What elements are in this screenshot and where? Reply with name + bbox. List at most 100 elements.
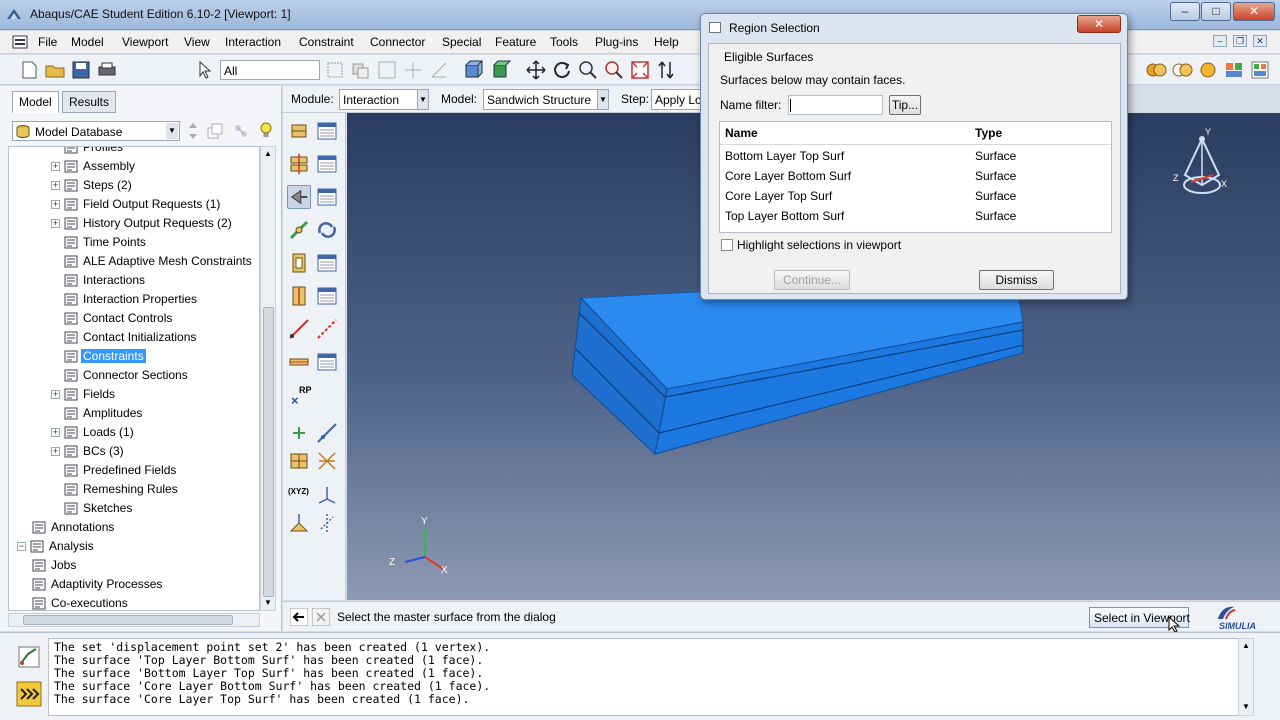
tree-item[interactable]: Interaction Properties	[9, 291, 259, 309]
close-button[interactable]: ✕	[1233, 2, 1275, 21]
tree-collapse-icon[interactable]	[206, 122, 224, 140]
menu-connector[interactable]: Connector	[370, 35, 425, 49]
view-cube-triad[interactable]: Y X Z	[1169, 127, 1235, 205]
menu-view[interactable]: View	[184, 35, 210, 49]
model-database-select[interactable]: Model Database ▼	[12, 121, 180, 141]
pan-icon[interactable]	[525, 59, 547, 81]
interaction-property-manager-icon[interactable]	[315, 152, 339, 176]
menu-help[interactable]: Help	[654, 35, 679, 49]
tree-item[interactable]: Remeshing Rules	[9, 481, 259, 499]
create-spring-icon[interactable]	[287, 317, 311, 341]
mdi-minimize-icon[interactable]: –	[1213, 35, 1227, 47]
tree-item[interactable]: Adaptivity Processes	[9, 576, 259, 594]
back-arrow-icon[interactable]	[290, 608, 308, 626]
mdi-restore-icon[interactable]: ❐	[1233, 35, 1247, 47]
tab-results[interactable]: Results	[62, 91, 117, 113]
tree-item[interactable]: + BCs (3)	[9, 443, 259, 461]
tree-item[interactable]: Annotations	[9, 519, 259, 537]
tree-item[interactable]: Constraints	[9, 348, 259, 366]
step-select[interactable]: Apply Lo	[651, 89, 703, 110]
tab-model[interactable]: Model	[12, 91, 59, 113]
table-row[interactable]: Core Layer Bottom Surf Surface	[720, 166, 1111, 186]
menu-special[interactable]: Special	[442, 35, 481, 49]
mesh-cube-icon[interactable]	[462, 59, 484, 81]
tree-item[interactable]: Interactions	[9, 272, 259, 290]
menu-plugins[interactable]: Plug-ins	[595, 35, 638, 49]
xyz-label[interactable]: (XYZ)	[288, 487, 309, 496]
query-axis-icon[interactable]	[315, 511, 339, 535]
interaction-manager-icon[interactable]	[315, 119, 339, 143]
expand-icon[interactable]: +	[51, 447, 60, 456]
tree-item[interactable]: Contact Initializations	[9, 329, 259, 347]
tree-item[interactable]: Contact Controls	[9, 310, 259, 328]
open-folder-icon[interactable]	[44, 59, 66, 81]
minimize-button[interactable]: –	[1170, 2, 1200, 21]
mdi-close-icon[interactable]: ✕	[1253, 35, 1267, 47]
tree-item[interactable]: Time Points	[9, 234, 259, 252]
dismiss-button[interactable]: Dismiss	[979, 270, 1054, 290]
select-drag-icon[interactable]	[350, 59, 372, 81]
expand-icon[interactable]: +	[51, 200, 60, 209]
continue-button[interactable]: Continue...	[774, 270, 850, 290]
tree-item[interactable]: + Assembly	[9, 158, 259, 176]
column-header-type[interactable]: Type	[975, 126, 1002, 140]
create-interaction-property-icon[interactable]	[287, 152, 311, 176]
cycle-view-icon[interactable]	[655, 59, 677, 81]
tree-item[interactable]: + Steps (2)	[9, 177, 259, 195]
scroll-down-icon[interactable]: ▼	[1240, 701, 1252, 713]
chevron-down-icon[interactable]: ▼	[166, 123, 178, 139]
scroll-down-icon[interactable]: ▼	[262, 597, 274, 609]
lightbulb-icon[interactable]	[258, 121, 274, 141]
tree-item[interactable]: Jobs	[9, 557, 259, 575]
model-select[interactable]: Sandwich Structure ▼	[483, 89, 609, 110]
menu-constraint[interactable]: Constraint	[299, 35, 354, 49]
create-wire-icon[interactable]	[287, 284, 311, 308]
menu-app-icon[interactable]	[12, 35, 28, 49]
tree-item[interactable]: ALE Adaptive Mesh Constraints	[9, 253, 259, 271]
tree-item[interactable]: Profiles	[9, 147, 259, 157]
select-angle-icon[interactable]	[428, 59, 450, 81]
save-icon[interactable]	[70, 59, 92, 81]
part-cube-icon[interactable]	[490, 59, 512, 81]
create-inertia-icon[interactable]	[287, 350, 311, 374]
name-filter-input[interactable]	[788, 95, 883, 115]
tree-item[interactable]: + Loads (1)	[9, 424, 259, 442]
expand-icon[interactable]: +	[51, 219, 60, 228]
tree-horizontal-scrollbar[interactable]	[8, 613, 260, 627]
constraint-manager-icon[interactable]	[315, 185, 339, 209]
rotate-icon[interactable]	[551, 59, 573, 81]
menu-viewport[interactable]: Viewport	[122, 35, 168, 49]
connector-assignment-icon[interactable]	[315, 218, 339, 242]
table-row[interactable]: Top Layer Bottom Surf Surface	[720, 206, 1111, 226]
chevron-down-icon[interactable]: ▼	[597, 90, 608, 109]
tree-item[interactable]: + Fields	[9, 386, 259, 404]
wire-manager-icon[interactable]	[315, 284, 339, 308]
render-sphere-icon[interactable]	[1197, 59, 1219, 81]
inertia-manager-icon[interactable]	[315, 350, 339, 374]
assembly-display-icon[interactable]	[1223, 59, 1245, 81]
select-crossing-icon[interactable]	[402, 59, 424, 81]
tree-item[interactable]: Co-executions	[9, 595, 259, 610]
selection-filter-select[interactable]: All	[220, 60, 320, 80]
create-datum-csys-icon[interactable]	[315, 449, 339, 473]
create-section-icon[interactable]	[287, 251, 311, 275]
module-select[interactable]: Interaction ▼	[339, 89, 429, 110]
color-code-icon[interactable]	[1249, 59, 1271, 81]
create-constraint-icon[interactable]	[287, 185, 311, 209]
tree-item[interactable]: Sketches	[9, 500, 259, 518]
tip-button[interactable]: Tip...	[889, 95, 921, 115]
expand-icon[interactable]: +	[51, 428, 60, 437]
new-file-icon[interactable]	[18, 59, 40, 81]
magnify-icon[interactable]	[577, 59, 599, 81]
create-dashpot-icon[interactable]	[315, 317, 339, 341]
fit-view-icon[interactable]	[629, 59, 651, 81]
table-row[interactable]: Core Layer Top Surf Surface	[720, 186, 1111, 206]
create-datum-point-icon[interactable]	[287, 421, 311, 445]
query-plane-icon[interactable]	[287, 511, 311, 535]
scroll-thumb[interactable]	[263, 307, 274, 597]
chevron-down-icon[interactable]: ▼	[417, 90, 428, 109]
menu-file[interactable]: File	[38, 35, 57, 49]
select-box-icon[interactable]	[324, 59, 346, 81]
scroll-up-icon[interactable]: ▲	[1240, 640, 1252, 652]
create-datum-axis-icon[interactable]	[315, 421, 339, 445]
